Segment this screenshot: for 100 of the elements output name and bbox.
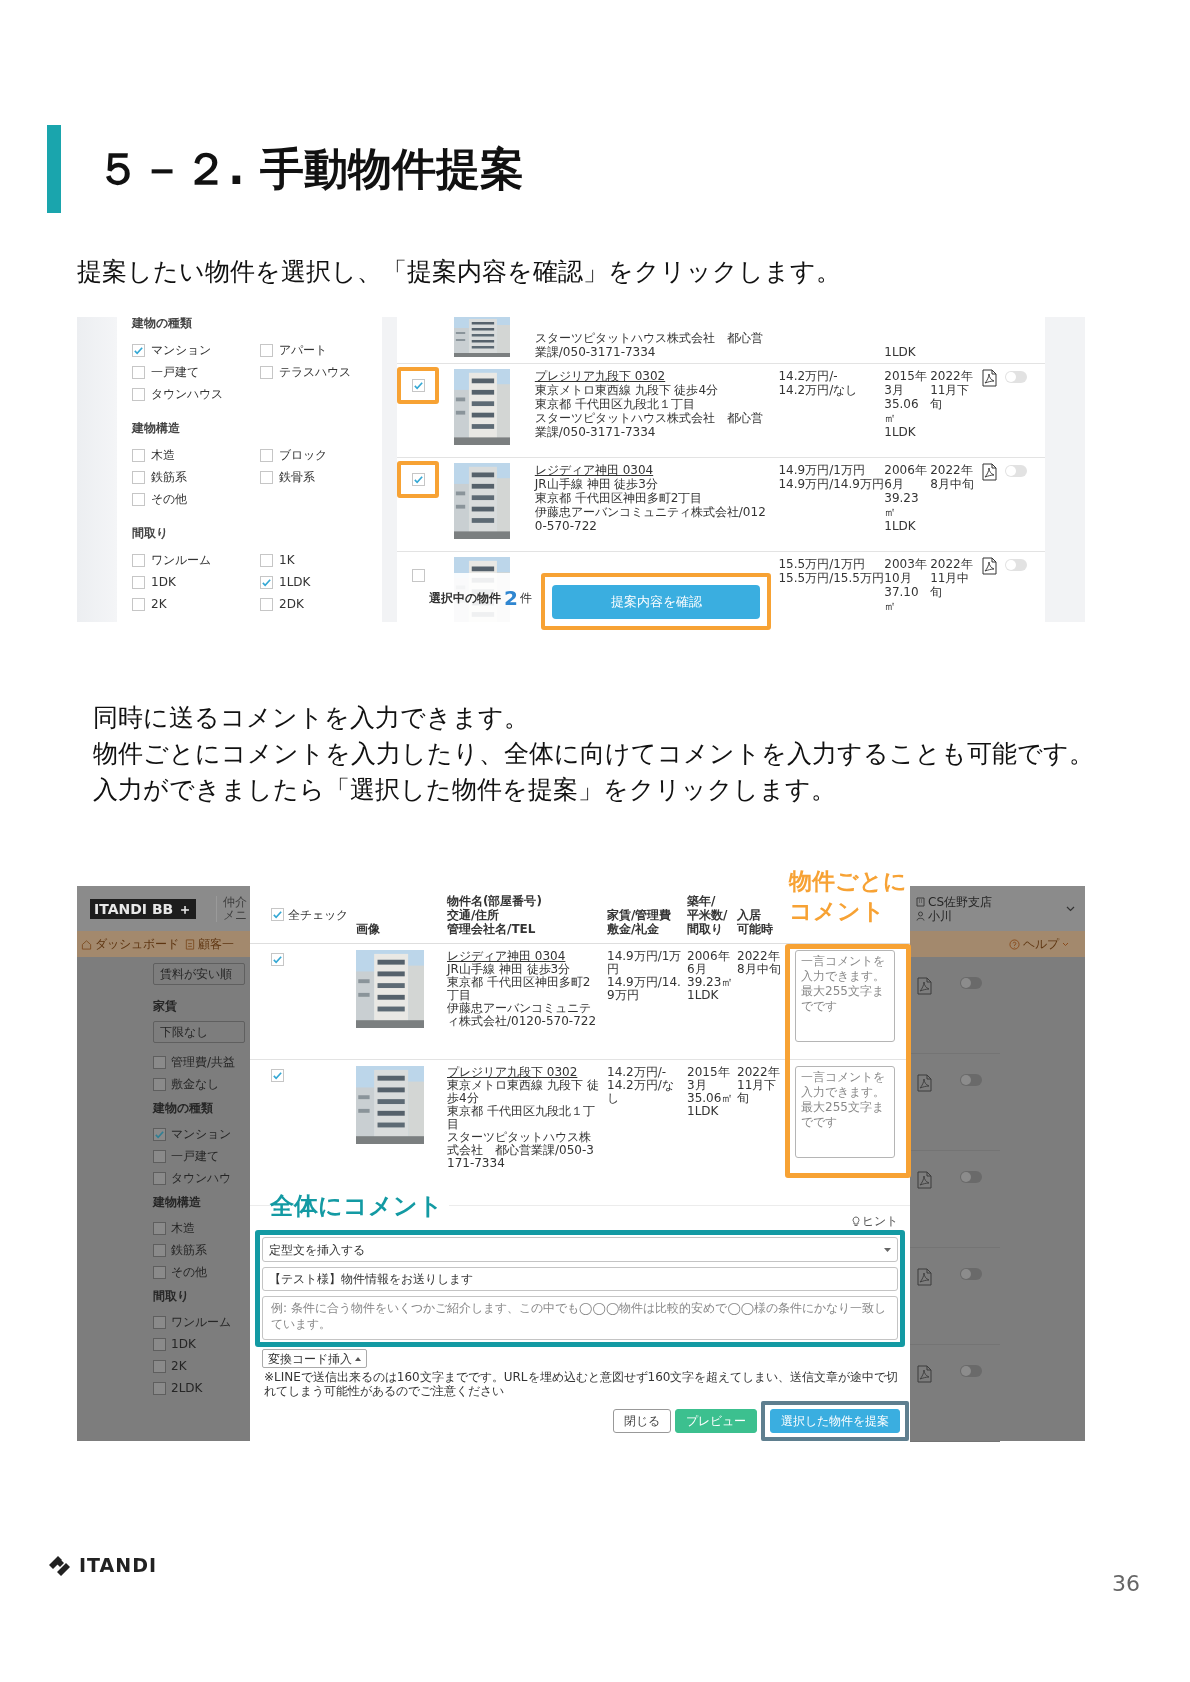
checkbox[interactable] <box>153 1315 166 1329</box>
column-header: 交通/住所 <box>447 908 501 922</box>
checkbox[interactable] <box>132 343 145 357</box>
checkbox[interactable] <box>260 343 273 357</box>
checkbox-label: 2DK <box>279 596 304 613</box>
sort-select[interactable]: 下限なし <box>153 1021 245 1043</box>
checkbox[interactable] <box>260 365 273 379</box>
checkbox[interactable] <box>411 379 425 392</box>
checkbox[interactable] <box>153 1381 166 1395</box>
close-button[interactable]: 閉じる <box>613 1409 671 1433</box>
checkbox-label: タウンハウ <box>171 1170 231 1187</box>
property-link[interactable]: レジディア神田 0304 <box>447 950 601 963</box>
chevron-down-icon <box>1062 941 1069 947</box>
checkbox[interactable] <box>153 1127 166 1141</box>
user-icon <box>916 910 925 921</box>
filter-heading: 建物の種類 <box>132 317 193 329</box>
rent-text: 14.2万円/なし <box>607 1079 675 1105</box>
property-detail: 東京都 千代田区九段北１丁目 <box>447 1105 596 1131</box>
column-header: 家賃/管理費 <box>607 908 673 922</box>
checkbox[interactable] <box>153 1055 166 1069</box>
checkbox-label: マンション <box>151 342 211 359</box>
convert-code-button[interactable]: 変換コード挿入 <box>262 1349 367 1368</box>
app-logo[interactable]: ITANDI BB ＋ <box>90 898 197 919</box>
checkbox-label: 鉄筋系 <box>151 469 187 486</box>
checkbox[interactable] <box>260 597 273 611</box>
checkbox[interactable] <box>271 953 284 966</box>
checkbox-label: 1LDK <box>279 574 311 591</box>
checkbox[interactable] <box>153 1359 166 1373</box>
checkbox-label: テラスハウス <box>279 364 351 381</box>
checkbox[interactable] <box>132 448 145 462</box>
checkbox-label: 1DK <box>171 1336 196 1353</box>
property-link[interactable]: プレジリア九段下 0302 <box>534 369 772 383</box>
rent-text: 15.5万円/15.5万円 <box>778 571 885 585</box>
checkbox-label: タウンハウス <box>151 386 223 403</box>
column-header: 間取り <box>687 922 724 936</box>
checkbox[interactable] <box>153 1243 166 1257</box>
move-in-text: 2022年11月下旬 <box>737 1066 781 1105</box>
checkbox[interactable] <box>132 575 145 589</box>
pdf-file-icon[interactable] <box>982 557 998 575</box>
checkbox[interactable] <box>153 1265 166 1279</box>
checkbox[interactable] <box>260 575 273 589</box>
checkbox[interactable] <box>153 1221 166 1235</box>
spec-text: 1LDK <box>884 519 917 533</box>
checkbox[interactable] <box>411 569 425 582</box>
checkbox[interactable] <box>132 470 145 484</box>
toggle-switch[interactable] <box>1005 371 1028 383</box>
checkbox[interactable] <box>153 1077 166 1091</box>
toggle-switch[interactable] <box>960 1268 982 1280</box>
checkbox[interactable] <box>132 597 145 611</box>
checkbox[interactable] <box>260 448 273 462</box>
property-detail: スターツピタットハウス株式会社 都心営業課/050-3171-7334 <box>447 1131 595 1170</box>
checkbox[interactable] <box>411 473 425 486</box>
instruction-text: 入力ができましたら「選択した物件を提案」をクリックします。 <box>93 774 837 806</box>
select-all-label: 全チェック <box>288 908 348 922</box>
lightbulb-icon <box>852 1215 860 1227</box>
checkbox[interactable] <box>271 908 284 921</box>
checkbox[interactable] <box>132 365 145 379</box>
checkbox[interactable] <box>153 1337 166 1351</box>
company-logo: ITANDI <box>79 1553 157 1578</box>
subject-field[interactable]: 【テスト様】物件情報をお送りします <box>262 1267 898 1291</box>
rent-text: 14.2万円/- <box>778 369 839 383</box>
pdf-file-icon[interactable] <box>982 463 998 481</box>
message-field[interactable]: 例: 条件に合う物件をいくつかご紹介します、この中でも◯◯◯物件は比較的安めで◯◯様の条件にかなり一致しています。 <box>262 1296 898 1340</box>
spec-text: 35.06㎡ <box>687 1092 735 1105</box>
property-link[interactable]: レジディア神田 0304 <box>534 463 772 477</box>
checkbox[interactable] <box>132 387 145 401</box>
sort-select[interactable]: 賃料が安い順 <box>153 963 245 985</box>
checkbox[interactable] <box>132 553 145 567</box>
checkbox-label: 一戸建て <box>151 364 199 381</box>
checkbox-label: その他 <box>151 491 187 508</box>
template-select[interactable]: 定型文を挿入する <box>262 1237 898 1262</box>
filter-heading: 建物の種類 <box>153 1100 214 1117</box>
spec-text: 1LDK <box>687 1105 720 1118</box>
chevron-down-icon[interactable] <box>1066 905 1075 912</box>
intro-text: 提案したい物件を選択し、「提案内容を確認」をクリックします。 <box>77 256 842 288</box>
toggle-switch[interactable] <box>1005 465 1028 477</box>
comment-field[interactable]: 一言コメントを入力できます。最大255文字までです <box>795 1066 895 1158</box>
checkbox[interactable] <box>153 1149 166 1163</box>
page-heading: ５－２. 手動物件提案 <box>96 142 525 196</box>
checkbox[interactable] <box>260 470 273 484</box>
comment-field[interactable]: 一言コメントを入力できます。最大255文字までです <box>795 950 895 1042</box>
spec-text: 35.06㎡ <box>884 397 920 425</box>
rent-text: 14.2万円/- <box>607 1066 668 1079</box>
toggle-switch[interactable] <box>1005 559 1028 571</box>
toggle-switch[interactable] <box>960 1171 982 1183</box>
move-in-text: 2022年8月中旬 <box>737 950 781 976</box>
property-link[interactable]: プレジリア九段下 0302 <box>447 1066 601 1079</box>
hint-link[interactable]: ヒント <box>862 1214 898 1228</box>
property-detail: 東京都 千代田区九段北１丁目 <box>534 397 696 411</box>
spec-text: 2006年6月 <box>884 463 928 491</box>
checkbox[interactable] <box>271 1069 284 1082</box>
pdf-file-icon[interactable] <box>982 369 998 387</box>
toggle-switch[interactable] <box>960 977 982 989</box>
checkbox[interactable] <box>260 553 273 567</box>
column-header: 入居 <box>737 908 762 922</box>
checkbox[interactable] <box>153 1171 166 1185</box>
checkbox[interactable] <box>132 492 145 506</box>
toggle-switch[interactable] <box>960 1365 982 1377</box>
property-detail: スターツピタットハウス株式会社 都心営業課/050-3171-7334 <box>534 331 764 359</box>
toggle-switch[interactable] <box>960 1074 982 1086</box>
